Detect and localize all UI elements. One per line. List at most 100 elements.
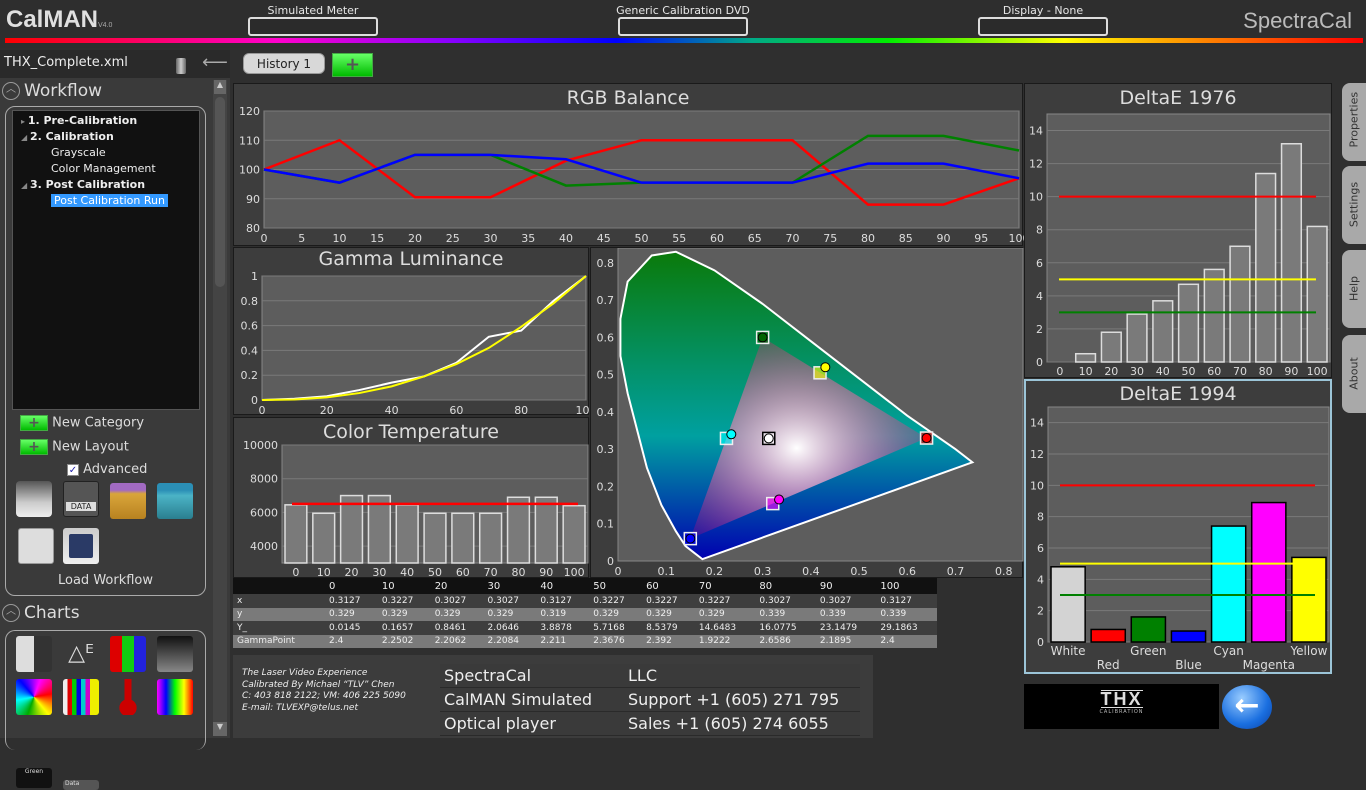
thermometer-chart-icon[interactable] — [110, 679, 146, 715]
y-tick-label: 100 — [239, 164, 260, 177]
colorbars-chart-icon[interactable] — [63, 679, 99, 715]
collapse-icon[interactable]: ◢ — [21, 181, 30, 190]
add-history-button[interactable]: + — [332, 53, 373, 77]
table-cell: 0.3227 — [377, 594, 431, 608]
checkbox-checked-icon[interactable]: ✓ — [67, 463, 79, 476]
x-tick-label: 0.2 — [706, 565, 724, 578]
table-cell: 16.0775 — [755, 621, 816, 635]
tree-item[interactable]: ▸ 1. Pre-Calibration — [21, 113, 199, 129]
x-tick-label: Yellow — [1289, 644, 1327, 658]
tree-item-label: 1. Pre-Calibration — [27, 114, 138, 127]
back-arrow-icon[interactable]: ⟵ — [202, 52, 228, 73]
report-icon[interactable] — [18, 528, 54, 564]
tree-item-label: Post Calibration Run — [51, 194, 168, 207]
tab-properties[interactable]: Properties — [1342, 83, 1366, 161]
tab-settings[interactable]: Settings — [1342, 166, 1366, 244]
rgb-bars-chart-icon[interactable] — [110, 636, 146, 672]
deltae-1994-panel: DeltaE 1994 0 2 4 6 8 10 12 14 White Red Green Blue… — [1024, 379, 1332, 674]
expand-icon[interactable]: ▸ — [21, 117, 28, 126]
table-cell: 2.3676 — [589, 634, 643, 648]
grayscale-chart-icon[interactable] — [16, 636, 52, 672]
gamma-curve-chart-icon[interactable] — [157, 636, 193, 672]
chart-icon-data-label[interactable]: Data — [63, 780, 99, 790]
y-tick-label: 0.2 — [241, 369, 259, 382]
save-workflow-icon[interactable] — [63, 528, 99, 564]
y-tick-label: 0.7 — [597, 294, 615, 307]
table-cell: 0.339 — [876, 607, 937, 621]
column-header: 80 — [755, 578, 816, 594]
measured-point-green — [757, 332, 768, 343]
bar — [1210, 525, 1247, 643]
bar — [1074, 352, 1097, 363]
x-tick-label: 95 — [974, 232, 988, 245]
pin-icon[interactable] — [176, 58, 186, 74]
y-tick-label: 14 — [1030, 417, 1044, 430]
deltae-chart-icon[interactable]: △ᴱ — [63, 636, 99, 672]
spectrum-chart-icon[interactable] — [157, 679, 193, 715]
app-name: CalMAN — [6, 6, 99, 33]
save-data-icon[interactable]: DATA — [63, 481, 99, 517]
info-value: Sales +1 (605) 274 6055 — [628, 714, 829, 733]
bar — [1250, 501, 1287, 643]
color-temp-chart: 400060008000100000 10 20 30 40 50 60 70 80 90 100 — [243, 439, 589, 579]
x-tick-label: 30 — [484, 232, 498, 245]
row-label: x — [233, 594, 325, 608]
source-selector[interactable] — [618, 17, 748, 36]
export-folder-icon[interactable] — [157, 483, 193, 519]
y-tick-label: 4000 — [250, 540, 278, 553]
x-tick-label: 70 — [786, 232, 800, 245]
y-tick-label: 0.3 — [597, 443, 615, 456]
display-selector[interactable] — [978, 17, 1108, 36]
x-tick-label: 0 — [259, 404, 266, 416]
table-cell: 2.2062 — [430, 634, 484, 648]
collapse-icon[interactable]: ︿ — [2, 82, 20, 100]
meter-selector[interactable] — [248, 17, 378, 36]
sidebar-scrollbar[interactable]: ▲ — [213, 80, 227, 735]
info-value: LLC — [628, 666, 657, 685]
x-tick-label: 80 — [514, 404, 528, 416]
collapse-icon[interactable]: ︿ — [2, 604, 20, 622]
back-button[interactable]: ← — [1222, 685, 1272, 729]
advanced-checkbox[interactable]: ✓ Advanced — [67, 462, 147, 477]
chart-icon-green-label[interactable]: Green — [16, 768, 52, 788]
open-folder-icon[interactable] — [110, 483, 146, 519]
x-tick-label: 0.8 — [995, 565, 1013, 578]
tab-help[interactable]: Help — [1342, 250, 1366, 328]
workflow-section-header[interactable]: ︿ Workflow — [2, 81, 102, 101]
y-tick-label: 12 — [1029, 158, 1043, 171]
new-layout-button[interactable]: + New Layout — [20, 439, 129, 455]
x-tick-label: Cyan — [1213, 644, 1243, 658]
new-category-button[interactable]: + New Category — [20, 415, 144, 431]
table-cell: 23.1479 — [815, 621, 877, 635]
tree-item[interactable]: Post Calibration Run — [21, 193, 199, 209]
cie-gamut-chart-icon[interactable] — [16, 679, 52, 715]
print-icon[interactable] — [16, 481, 52, 517]
x-tick-label: 60 — [1207, 365, 1221, 378]
x-tick-label: 10 — [333, 232, 347, 245]
scroll-down-button[interactable]: ▼ — [213, 722, 227, 736]
tab-about[interactable]: About — [1342, 335, 1366, 413]
table-cell: 29.1863 — [876, 621, 937, 635]
table-cell: 3.8878 — [536, 621, 590, 635]
collapse-icon[interactable]: ◢ — [21, 133, 30, 142]
measured-point-yellow — [820, 362, 831, 373]
tree-item[interactable]: ◢ 2. Calibration — [21, 129, 199, 145]
deltae-1994-chart: 0 2 4 6 8 10 12 14 White Red Green Blue CyanMagentaY… — [1030, 406, 1330, 672]
measured-point-magenta — [774, 494, 785, 505]
scroll-thumb[interactable] — [215, 97, 225, 287]
tree-item[interactable]: Color Management — [21, 161, 199, 177]
bar — [478, 512, 503, 564]
measured-point-white — [763, 433, 774, 444]
tree-item[interactable]: ◢ 3. Post Calibration — [21, 177, 199, 193]
y-tick-label: 10 — [1029, 191, 1043, 204]
x-tick-label: 0 — [1056, 365, 1063, 378]
row-label: Y_ — [233, 621, 325, 635]
x-tick-label: 40 — [1156, 365, 1170, 378]
charts-section-header[interactable]: ︿ Charts — [2, 603, 80, 623]
tab-history-1[interactable]: History 1 — [243, 53, 325, 74]
table-cell: 14.6483 — [694, 621, 756, 635]
scroll-up-button[interactable]: ▲ — [214, 80, 226, 94]
tree-item[interactable]: Grayscale — [21, 145, 199, 161]
x-tick-label: 55 — [672, 232, 686, 245]
table-cell: 0.3027 — [483, 594, 537, 608]
